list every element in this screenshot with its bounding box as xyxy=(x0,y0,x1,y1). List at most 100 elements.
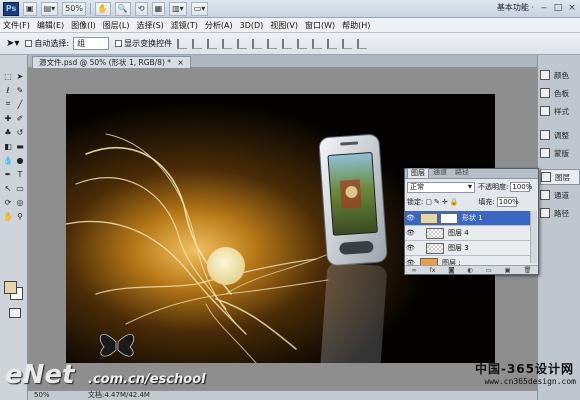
blend-mode-select[interactable]: 正常 xyxy=(407,181,475,193)
status-zoom[interactable]: 50% xyxy=(34,391,50,400)
clone-stamp-tool-icon[interactable]: ♣ xyxy=(3,127,13,137)
lock-icons[interactable]: ▢✎✛🔒 xyxy=(425,198,460,206)
auto-select-dropdown[interactable]: 组 xyxy=(73,37,110,50)
auto-select-checkbox[interactable]: 自动选择: xyxy=(25,38,69,49)
hand-tool-icon[interactable]: ✋ xyxy=(94,1,111,16)
align-bottom-icon[interactable] xyxy=(207,38,218,49)
menu-select[interactable]: 选择(S) xyxy=(136,20,163,31)
tab-channels[interactable]: 通道 xyxy=(429,167,451,178)
zoom-tool-icon[interactable]: ⚲ xyxy=(15,211,25,221)
menu-analysis[interactable]: 分析(A) xyxy=(205,20,233,31)
eye-icon[interactable]: 👁 xyxy=(405,244,416,252)
dock-item-color[interactable]: 颜色 xyxy=(540,67,580,83)
path-select-tool-icon[interactable]: ↖ xyxy=(3,183,13,193)
auto-align-icon[interactable] xyxy=(357,38,368,49)
layer-row[interactable]: 👁 图层 3 xyxy=(405,241,531,256)
new-layer-icon[interactable]: ▣ xyxy=(504,266,510,274)
align-right-icon[interactable] xyxy=(252,38,263,49)
menu-file[interactable]: 文件(F) xyxy=(3,20,30,31)
fill-input[interactable]: 100% xyxy=(496,197,519,207)
layer-row[interactable]: 👁 图层 4 xyxy=(405,226,531,241)
distribute-vcenter-icon[interactable] xyxy=(282,38,293,49)
foreground-color-swatch[interactable] xyxy=(4,281,17,294)
type-tool-icon[interactable]: T xyxy=(15,169,25,179)
3d-rotate-tool-icon[interactable]: ⟳ xyxy=(3,197,13,207)
close-button[interactable]: × xyxy=(566,2,578,14)
distribute-bottom-icon[interactable] xyxy=(297,38,308,49)
bridge-button[interactable]: ▣ xyxy=(23,1,37,16)
grid-icon[interactable]: ▦ xyxy=(151,1,166,16)
adjustment-layer-icon[interactable]: ◐ xyxy=(467,266,473,274)
document-close-icon[interactable]: × xyxy=(177,58,183,67)
lasso-tool-icon[interactable]: ℓ xyxy=(3,85,13,95)
quick-mask-icon[interactable] xyxy=(9,308,21,318)
gradient-tool-icon[interactable]: ▬ xyxy=(15,141,25,151)
3d-orbit-tool-icon[interactable]: ◎ xyxy=(15,197,25,207)
healing-brush-tool-icon[interactable]: ✚ xyxy=(3,113,13,123)
move-tool-icon[interactable]: ➤ xyxy=(15,71,25,81)
layer-row[interactable]: 👁 形状 1 xyxy=(405,211,531,226)
distribute-top-icon[interactable] xyxy=(267,38,278,49)
dock-item-swatches[interactable]: 色板 xyxy=(540,85,580,101)
shape-tool-icon[interactable]: ▭ xyxy=(15,183,25,193)
align-top-icon[interactable] xyxy=(177,38,188,49)
zoom-tool-icon[interactable]: 🔍 xyxy=(114,1,131,16)
eyedropper-tool-icon[interactable]: ╱ xyxy=(15,99,25,109)
blur-tool-icon[interactable]: 💧 xyxy=(3,155,13,165)
distribute-left-icon[interactable] xyxy=(312,38,323,49)
document-tab[interactable]: 源文件.psd @ 50% (形状 1, RGB/8) * × xyxy=(32,56,191,68)
dock-item-styles[interactable]: 样式 xyxy=(540,103,580,119)
layer-name: 形状 1 xyxy=(462,214,483,222)
show-transform-checkbox[interactable]: 显示变换控件 xyxy=(115,38,172,49)
menu-edit[interactable]: 编辑(E) xyxy=(37,20,64,31)
pen-tool-icon[interactable]: ✒ xyxy=(3,169,13,179)
mini-bridge-button[interactable]: ▤▾ xyxy=(40,1,59,16)
crop-tool-icon[interactable]: ⌗ xyxy=(3,99,13,109)
dock-item-channels[interactable]: 通道 xyxy=(540,187,580,203)
menu-image[interactable]: 图像(I) xyxy=(71,20,96,31)
rotate-view-icon[interactable]: ⟲ xyxy=(134,1,148,16)
menu-help[interactable]: 帮助(H) xyxy=(342,20,370,31)
add-mask-icon[interactable]: ◙ xyxy=(448,266,454,274)
minimize-button[interactable]: ‒ xyxy=(538,2,550,14)
tab-paths[interactable]: 路径 xyxy=(451,167,473,178)
dock-item-paths[interactable]: 路径 xyxy=(540,205,580,221)
dodge-tool-icon[interactable]: ● xyxy=(15,155,25,165)
dock-item-layers[interactable]: 图层 xyxy=(540,169,580,185)
eraser-tool-icon[interactable]: ◧ xyxy=(3,141,13,151)
link-layers-icon[interactable]: ∞ xyxy=(411,266,416,274)
move-tool-preset-icon[interactable]: ➤▾ xyxy=(6,38,19,49)
hand-tool-icon[interactable]: ✋ xyxy=(3,211,13,221)
distribute-right-icon[interactable] xyxy=(342,38,353,49)
menu-3d[interactable]: 3D(D) xyxy=(240,21,264,30)
dock-item-label: 调整 xyxy=(554,130,569,140)
new-group-icon[interactable]: ▭ xyxy=(486,266,492,274)
menu-window[interactable]: 窗口(W) xyxy=(305,20,335,31)
workspace-switcher[interactable]: 基本功能 · xyxy=(497,2,534,13)
arrange-documents-button[interactable]: ▥▾ xyxy=(169,1,187,16)
dock-item-adjustments[interactable]: 调整 xyxy=(540,127,580,143)
eye-icon[interactable]: 👁 xyxy=(405,229,416,237)
eye-icon[interactable]: 👁 xyxy=(405,214,416,222)
dock-item-masks[interactable]: 蒙版 xyxy=(540,145,580,161)
tab-layers[interactable]: 图层 xyxy=(407,168,429,178)
menu-view[interactable]: 视图(V) xyxy=(270,20,298,31)
align-hcenter-icon[interactable] xyxy=(237,38,248,49)
layer-style-icon[interactable]: fx xyxy=(429,266,435,274)
history-brush-tool-icon[interactable]: ↺ xyxy=(15,127,25,137)
distribute-hcenter-icon[interactable] xyxy=(327,38,338,49)
menu-layer[interactable]: 图层(L) xyxy=(103,20,130,31)
maximize-button[interactable]: □ xyxy=(552,2,564,14)
status-doc-info[interactable]: 文档:4.47M/42.4M xyxy=(88,391,150,400)
align-left-icon[interactable] xyxy=(222,38,233,49)
layer-list-scrollbar[interactable] xyxy=(530,211,537,263)
quick-select-tool-icon[interactable]: ✎ xyxy=(15,85,25,95)
brush-tool-icon[interactable]: ✐ xyxy=(15,113,25,123)
opacity-input[interactable]: 100% xyxy=(510,182,532,192)
menu-filter[interactable]: 滤镜(T) xyxy=(171,20,198,31)
marquee-tool-icon[interactable]: ⬚ xyxy=(3,71,13,81)
screen-mode-button[interactable]: ▭▾ xyxy=(190,1,209,16)
align-vcenter-icon[interactable] xyxy=(192,38,203,49)
zoom-level-select[interactable]: 50% xyxy=(62,1,86,16)
delete-layer-icon[interactable]: 🗑 xyxy=(523,266,531,274)
